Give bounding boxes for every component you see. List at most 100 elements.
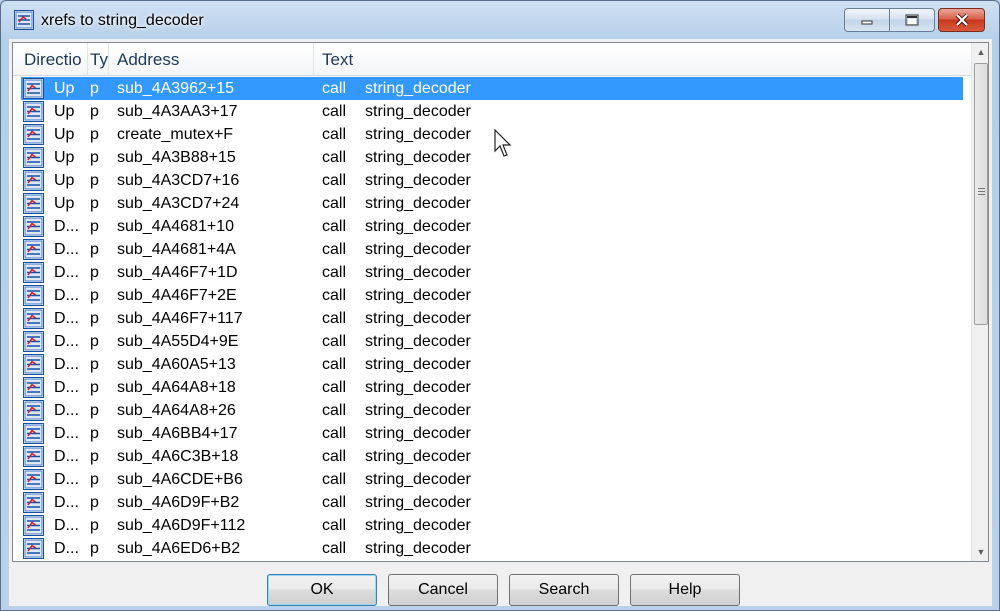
cell-op: call (322, 287, 347, 304)
scrollbar-thumb[interactable] (974, 63, 988, 325)
title-bar[interactable]: xrefs to string_decoder (1, 1, 999, 39)
column-header-type[interactable]: Ty (88, 43, 109, 76)
xref-list-icon (23, 515, 44, 536)
table-row[interactable]: D... p sub_4A55D4+9E call string_decoder (13, 330, 971, 353)
cell-target: string_decoder (365, 448, 471, 465)
table-row[interactable]: D... p sub_4A64A8+18 call string_decoder (13, 376, 971, 399)
cell-target: string_decoder (365, 402, 471, 419)
cell-op: call (322, 379, 347, 396)
cell-op: call (322, 218, 347, 235)
cell-type: p (90, 517, 99, 534)
scroll-up-icon[interactable]: ▲ (972, 43, 988, 61)
xref-list-icon (23, 400, 44, 421)
minimize-button[interactable] (844, 8, 890, 32)
cell-type: p (90, 218, 99, 235)
cell-op: call (322, 540, 347, 557)
table-row[interactable]: D... p sub_4A4681+4A call string_decoder (13, 238, 971, 261)
table-row[interactable]: D... p sub_4A6D9F+112 call string_decoder (13, 514, 971, 537)
table-row[interactable]: Up p sub_4A3CD7+24 call string_decoder (13, 192, 971, 215)
cell-op: call (322, 494, 347, 511)
cell-op: call (322, 471, 347, 488)
table-row[interactable]: D... p sub_4A64A8+26 call string_decoder (13, 399, 971, 422)
table-row[interactable]: D... p sub_4A60A5+13 call string_decoder (13, 353, 971, 376)
cell-op: call (322, 172, 347, 189)
xref-list-icon (23, 239, 44, 260)
column-header-text[interactable]: Text (314, 43, 971, 76)
column-header-address[interactable]: Address (109, 43, 314, 76)
cell-type: p (90, 448, 99, 465)
table-row[interactable]: Up p sub_4A3962+15 call string_decoder (13, 77, 971, 100)
xref-list[interactable]: Directio Ty Address Text Up p sub_4A3962+1… (12, 42, 989, 562)
xref-list-icon (23, 193, 44, 214)
close-button[interactable] (938, 8, 985, 32)
table-row[interactable]: Up p create_mutex+F call string_decoder (13, 123, 971, 146)
cell-direction: D... (54, 310, 79, 327)
cell-direction: Up (54, 126, 75, 143)
cell-target: string_decoder (365, 172, 471, 189)
xref-list-icon (23, 423, 44, 444)
xref-list-icon (23, 124, 44, 145)
cell-type: p (90, 172, 99, 189)
cell-type: p (90, 540, 99, 557)
table-row[interactable]: D... p sub_4A4681+10 call string_decoder (13, 215, 971, 238)
close-icon (955, 13, 968, 27)
table-row[interactable]: D... p sub_4A6CDE+B6 call string_decoder (13, 468, 971, 491)
table-row[interactable]: D... p sub_4A6BB4+17 call string_decoder (13, 422, 971, 445)
table-row[interactable]: D... p sub_4A6ED6+B2 call string_decoder (13, 537, 971, 560)
cell-address: sub_4A64A8+18 (117, 379, 236, 396)
xref-list-icon (23, 101, 44, 122)
cell-target: string_decoder (365, 287, 471, 304)
cell-type: p (90, 195, 99, 212)
cell-direction: D... (54, 448, 79, 465)
window-title: xrefs to string_decoder (41, 12, 204, 29)
cell-address: sub_4A6D9F+112 (117, 517, 246, 534)
cell-direction: Up (54, 103, 75, 120)
search-button[interactable]: Search (509, 574, 619, 606)
table-row[interactable]: D... p sub_4A46F7+2E call string_decoder (13, 284, 971, 307)
cell-address: sub_4A55D4+9E (117, 333, 239, 350)
table-row[interactable]: D... p sub_4A46F7+1D call string_decoder (13, 261, 971, 284)
cell-target: string_decoder (365, 310, 471, 327)
table-row[interactable]: Up p sub_4A3CD7+16 call string_decoder (13, 169, 971, 192)
cell-target: string_decoder (365, 333, 471, 350)
table-row[interactable]: D... p sub_4A6C3B+18 call string_decoder (13, 445, 971, 468)
cell-op: call (322, 241, 347, 258)
table-row[interactable]: D... p sub_4A6D9F+B2 call string_decoder (13, 491, 971, 514)
xref-list-icon (23, 308, 44, 329)
cell-direction: D... (54, 333, 79, 350)
cell-address: sub_4A6D9F+B2 (117, 494, 240, 511)
cell-op: call (322, 356, 347, 373)
table-row[interactable]: Up p sub_4A3AA3+17 call string_decoder (13, 100, 971, 123)
cell-op: call (322, 103, 347, 120)
maximize-button[interactable] (889, 8, 935, 32)
cell-target: string_decoder (365, 241, 471, 258)
cell-op: call (322, 149, 347, 166)
cell-type: p (90, 425, 99, 442)
cell-target: string_decoder (365, 471, 471, 488)
table-row[interactable]: Up p sub_4A3B88+15 call string_decoder (13, 146, 971, 169)
help-button[interactable]: Help (630, 574, 740, 606)
minimize-icon (861, 20, 873, 25)
cancel-button[interactable]: Cancel (388, 574, 498, 606)
cell-direction: D... (54, 425, 79, 442)
scroll-down-icon[interactable]: ▼ (972, 543, 988, 561)
cell-type: p (90, 310, 99, 327)
list-rows: Up p sub_4A3962+15 call string_decoder Up p su… (13, 77, 971, 560)
column-header-direction[interactable]: Directio (13, 43, 88, 76)
vertical-scrollbar[interactable]: ▲ ▼ (971, 43, 988, 561)
cell-direction: Up (54, 172, 75, 189)
maximize-icon (905, 14, 919, 26)
cell-target: string_decoder (365, 494, 471, 511)
cell-target: string_decoder (365, 103, 471, 120)
cell-op: call (322, 126, 347, 143)
table-row[interactable]: D... p sub_4A46F7+117 call string_decoder (13, 307, 971, 330)
xref-list-icon (23, 538, 44, 559)
cell-target: string_decoder (365, 540, 471, 557)
cell-target: string_decoder (365, 126, 471, 143)
cell-address: create_mutex+F (117, 126, 234, 143)
cell-address: sub_4A46F7+2E (117, 287, 237, 304)
cell-address: sub_4A64A8+26 (117, 402, 236, 419)
xref-list-icon (23, 469, 44, 490)
xrefs-dialog-window: xrefs to string_decoder Directio Ty Addr… (0, 0, 1000, 611)
ok-button[interactable]: OK (267, 574, 377, 606)
